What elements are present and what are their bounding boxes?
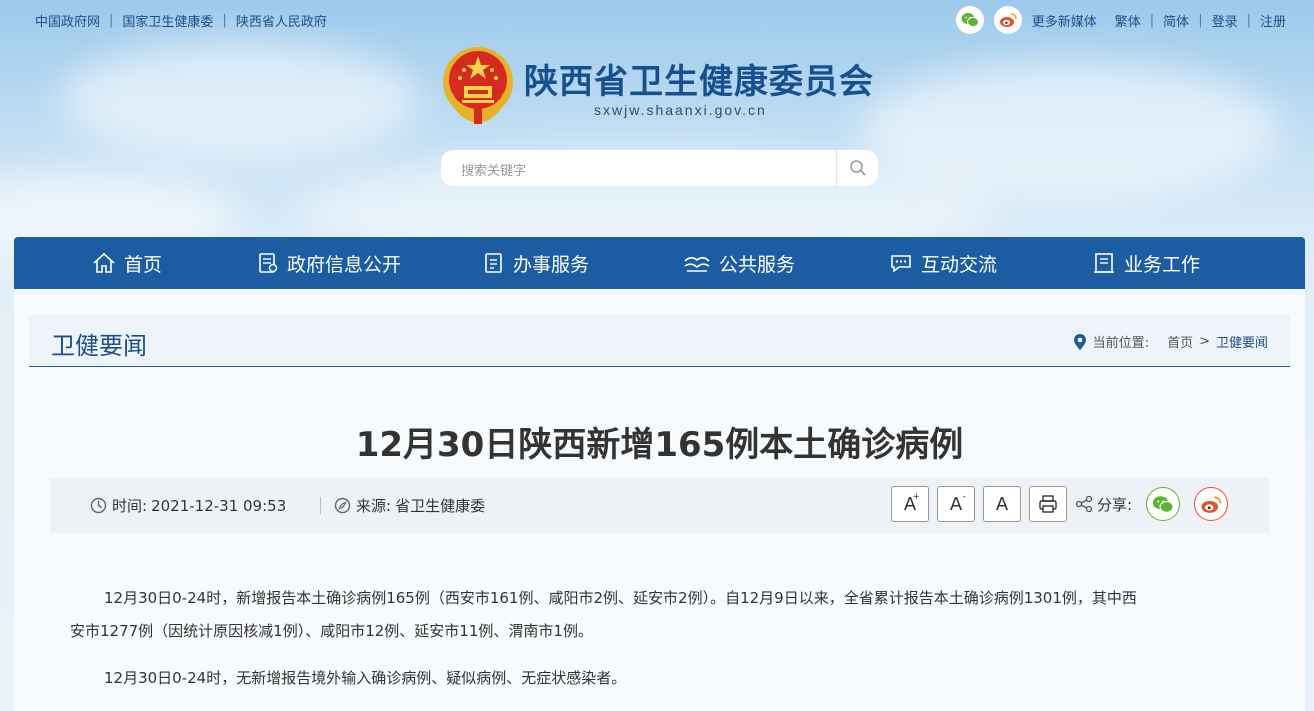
nav-label: 办事服务 (513, 253, 590, 276)
nav-label: 公共服务 (719, 253, 796, 276)
breadcrumb-home[interactable]: 首页 (1167, 332, 1193, 351)
location-label: 当前位置: (1092, 336, 1150, 351)
share-wechat-button[interactable] (1146, 487, 1181, 521)
top-bar: 中国政府网 | 国家卫生健康委 | 陕西省人民政府 更多新媒体 繁体 | 简体 … (0, 0, 1314, 38)
search-button[interactable] (836, 150, 878, 186)
article-paragraph: 12月30日0-24时，无新增报告境外输入确诊病例、疑似病例、无症状感染者。 (104, 669, 627, 687)
content-card: 卫健要闻 当前位置: 首页 > 卫健要闻 12月30日陕西新增165例本土确诊病… (14, 289, 1305, 711)
divider: | (1198, 12, 1203, 28)
search-input[interactable]: 搜索关键字 (461, 160, 526, 179)
nav-interaction[interactable]: 互动交流 (889, 237, 997, 289)
source-value: 省卫生健康委 (395, 497, 486, 515)
compass-icon (334, 497, 351, 514)
handshake-icon (684, 256, 710, 272)
time-label: 时间: (112, 497, 148, 515)
breadcrumb-separator: > (1199, 334, 1210, 349)
breadcrumb-current[interactable]: 卫健要闻 (1216, 332, 1268, 351)
section-header: 卫健要闻 当前位置: 首页 > 卫健要闻 (29, 315, 1290, 367)
nav-public-services[interactable]: 公共服务 (683, 237, 795, 289)
nav-home[interactable]: 首页 (92, 237, 162, 289)
simplified-link[interactable]: 简体 (1163, 11, 1189, 30)
weibo-icon (1201, 495, 1222, 513)
article-title: 12月30日陕西新增165例本土确诊病例 (355, 425, 964, 465)
nav-services[interactable]: 办事服务 (483, 237, 589, 289)
site-logo[interactable]: 陕西省卫生健康委员会 sxwjw.shaanxi.gov.cn (440, 42, 880, 130)
search-box: 搜索关键字 (441, 150, 878, 186)
print-button[interactable] (1029, 486, 1067, 522)
top-right-actions: 更多新媒体 繁体 | 简体 | 登录 | 注册 (955, 6, 1286, 34)
top-links: 中国政府网 | 国家卫生健康委 | 陕西省人民政府 (35, 11, 327, 30)
article-tools: A + A- A 分享: (891, 486, 1229, 522)
printer-icon (1039, 495, 1057, 513)
divider: | (222, 13, 227, 28)
breadcrumb: 当前位置: 首页 > 卫健要闻 (1073, 332, 1268, 351)
wechat-icon[interactable] (955, 6, 984, 34)
source-label: 来源: (356, 497, 392, 515)
more-media-link[interactable]: 更多新媒体 (1032, 11, 1097, 30)
nav-label: 首页 (124, 253, 163, 276)
national-emblem-icon (443, 47, 513, 124)
nav-business[interactable]: 业务工作 (1092, 237, 1200, 289)
font-increase-button[interactable]: A + (891, 486, 929, 522)
font-button-label: A (995, 493, 1009, 515)
clipboard-icon (485, 253, 502, 273)
home-icon (93, 252, 115, 273)
register-link[interactable]: 注册 (1260, 11, 1286, 30)
article-source: 来源: 省卫生健康委 (334, 495, 485, 516)
search-icon (849, 160, 866, 176)
font-button-label: A (949, 493, 963, 515)
site-domain: sxwjw.shaanxi.gov.cn (594, 102, 767, 118)
clock-icon (90, 497, 107, 514)
site-title: 陕西省卫生健康委员会 (524, 62, 874, 102)
share-label: 分享: (1097, 495, 1133, 514)
article-meta-bar: 时间: 2021-12-31 09:53 来源: 省卫生健康委 A + A- A … (50, 478, 1269, 533)
font-decrease-button[interactable]: A- (937, 486, 975, 522)
divider: | (109, 13, 114, 28)
weibo-icon[interactable] (993, 6, 1022, 34)
chat-icon (891, 255, 911, 273)
time-value: 2021-12-31 09:53 (151, 496, 287, 515)
document-icon (259, 253, 278, 273)
nav-label: 互动交流 (921, 253, 998, 276)
login-link[interactable]: 登录 (1212, 11, 1238, 30)
share-area: 分享: (1075, 487, 1229, 521)
link-shaanxi-gov[interactable]: 陕西省人民政府 (236, 11, 327, 30)
main-nav: 首页 政府信息公开 办事服务 公共服务 互动交流 业务工作 (14, 237, 1305, 289)
divider: | (1149, 12, 1155, 28)
traditional-link[interactable]: 繁体 (1115, 11, 1141, 30)
nav-label: 政府信息公开 (287, 253, 402, 276)
location-pin-icon (1073, 333, 1086, 350)
article-paragraph: 12月30日0-24时，新增报告本土确诊病例165例（西安市161例、咸阳市2例… (104, 589, 1137, 607)
nav-gov-info[interactable]: 政府信息公开 (257, 237, 401, 289)
article-paragraph: 安市1277例（因统计原因核减1例）、咸阳市12例、延安市11例、渭南市1例。 (70, 622, 593, 640)
share-icon (1075, 495, 1093, 513)
link-gov-cn[interactable]: 中国政府网 (35, 11, 100, 30)
section-title: 卫健要闻 (51, 332, 147, 360)
share-weibo-button[interactable] (1194, 487, 1229, 521)
book-icon (1094, 253, 1114, 273)
font-reset-button[interactable]: A (983, 486, 1021, 522)
wechat-icon (1152, 495, 1174, 513)
publish-time: 时间: 2021-12-31 09:53 (90, 495, 286, 516)
link-nhc[interactable]: 国家卫生健康委 (122, 11, 213, 30)
divider: | (1246, 12, 1251, 28)
nav-label: 业务工作 (1124, 253, 1201, 276)
divider (320, 497, 321, 514)
